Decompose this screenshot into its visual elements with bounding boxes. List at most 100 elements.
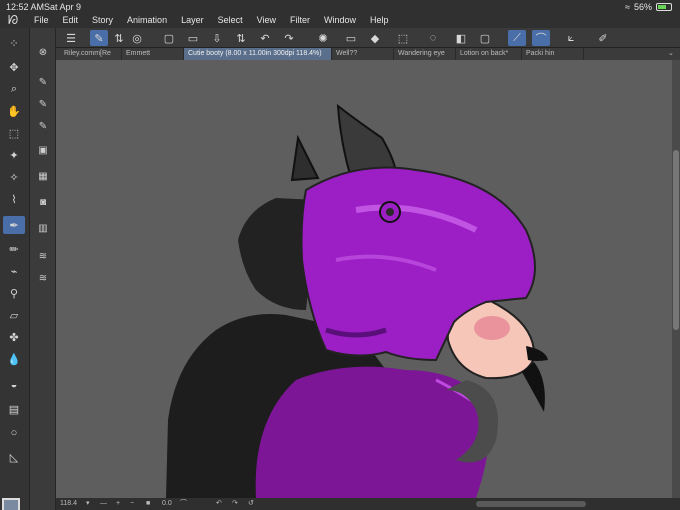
tab-riley[interactable]: Riley.comm[Re [60, 48, 122, 60]
sub-tool-film-icon[interactable]: ▥ [34, 220, 52, 236]
tab-wandering-eye[interactable]: Wandering eye [394, 48, 456, 60]
sub-tool-palette: ⊗ ✎ ✎ ✎ ▣ ▦ ◙ ▥ ≋ ≋ [30, 28, 56, 510]
rotate-left-icon[interactable]: ↶ [216, 499, 222, 509]
canvas-status-bar: 118.4 ▾ — + − ■ 0.0 ⌒ ↶ ↷ ↺ [56, 498, 680, 510]
status-right: ≈ 56% [625, 2, 672, 12]
tab-cutie-booty[interactable]: Cutie booty (8.00 x 11.00in 300dpi 118.4… [184, 48, 332, 60]
gradient-icon[interactable]: ▤ [3, 400, 25, 418]
stepper-2-icon[interactable]: ⇅ [232, 30, 250, 46]
menu-filter[interactable]: Filter [290, 15, 310, 25]
drawing-canvas[interactable] [56, 60, 672, 498]
zoom-icon[interactable]: ⌕ [3, 80, 25, 98]
sub-tool-pen-b-icon[interactable]: ✎ [34, 96, 52, 112]
battery-percent: 56% [633, 2, 652, 12]
stepper-icon[interactable]: ⇅ [110, 30, 128, 46]
angle-slider-icon[interactable]: ⌒ [180, 499, 187, 509]
decoration-icon[interactable]: ✤ [3, 328, 25, 346]
menu-select[interactable]: Select [218, 15, 243, 25]
tab-packi[interactable]: Packi hin [522, 48, 584, 60]
menu-file[interactable]: File [34, 15, 49, 25]
zoom-out-icon[interactable]: — [100, 499, 107, 509]
brush-icon[interactable]: ⌁ [3, 262, 25, 280]
eyedropper-icon[interactable]: ⌇ [3, 190, 25, 208]
invert-selection-icon[interactable]: ◧ [452, 30, 470, 46]
command-bar: ☰ ✎ ⇅ ◎ ▢ ▭ ⇩ ⇅ ↶ ↷ ✺ ▭ ◆ ⬚ ◌ ◧ ▢ ⟋ ⌒ ⟀ … [56, 28, 680, 48]
menu-edit[interactable]: Edit [63, 15, 79, 25]
pencil-icon[interactable]: ✏ [3, 240, 25, 258]
ruler-tool-icon[interactable]: ◺ [3, 448, 25, 466]
redo-icon[interactable]: ↷ [280, 30, 298, 46]
settings-pen-icon[interactable]: ✐ [594, 30, 612, 46]
sub-tool-layer-icon[interactable]: ▣ [34, 142, 52, 158]
sub-tool-layers-icon[interactable]: ≋ [34, 248, 52, 264]
sub-tool-camera-icon[interactable]: ◙ [34, 194, 52, 210]
selection-icon[interactable]: ⬚ [3, 124, 25, 142]
main-color-swatch[interactable] [2, 498, 20, 510]
sub-tool-pen-c-icon[interactable]: ✎ [34, 118, 52, 134]
eraser-icon[interactable]: ▱ [3, 306, 25, 324]
rotate-right-icon[interactable]: ↷ [232, 499, 238, 509]
reset-rotation-icon[interactable]: ↺ [248, 499, 254, 509]
tabs-overflow-icon[interactable]: ⌄ [664, 48, 680, 60]
app-logo-icon[interactable]: ᘗ [8, 12, 24, 28]
menu-animation[interactable]: Animation [127, 15, 167, 25]
menu-help[interactable]: Help [370, 15, 389, 25]
tab-well[interactable]: Well?? [332, 48, 394, 60]
blush [474, 316, 510, 340]
beard [522, 362, 545, 412]
hamburger-menu-icon[interactable]: ☰ [62, 30, 80, 46]
ruler-icon[interactable]: ⟀ [562, 30, 580, 46]
vertical-scrollbar[interactable] [672, 60, 680, 498]
zoom-preset-icon[interactable]: ▾ [86, 499, 90, 509]
fill-icon[interactable]: ◆ [366, 30, 384, 46]
earring-inner [386, 208, 394, 216]
pen-icon[interactable]: ✒ [3, 216, 25, 234]
menu-story[interactable]: Story [92, 15, 113, 25]
auto-select-icon[interactable]: ✦ [3, 146, 25, 164]
tab-emmett[interactable]: Emmett [122, 48, 184, 60]
menu-layer[interactable]: Layer [181, 15, 204, 25]
actual-size-icon[interactable]: ■ [146, 499, 150, 509]
clear-icon[interactable]: ▭ [342, 30, 360, 46]
airbrush-icon[interactable]: ⚲ [3, 284, 25, 302]
menu-window[interactable]: Window [324, 15, 356, 25]
stabilize-icon[interactable]: ⟋ [508, 30, 526, 46]
status-date: Sat Apr 9 [44, 2, 82, 12]
deselect-icon[interactable]: ◌ [424, 30, 442, 46]
save-icon[interactable]: ⇩ [208, 30, 226, 46]
curve-icon[interactable]: ⌒ [532, 30, 550, 46]
loading-icon[interactable]: ✺ [314, 30, 332, 46]
blend-icon[interactable]: 💧 [3, 350, 25, 368]
fit-icon[interactable]: − [130, 499, 134, 509]
sub-tool-stack-icon[interactable]: ≋ [34, 270, 52, 286]
transform-icon[interactable]: ⬚ [394, 30, 412, 46]
new-canvas-icon[interactable]: ✎ [90, 30, 108, 46]
menu-bar: ᘗ File Edit Story Animation Layer Select… [0, 12, 680, 28]
selection-box-icon[interactable]: ▢ [476, 30, 494, 46]
nose [526, 346, 548, 361]
battery-icon [656, 3, 672, 11]
magic-wand-icon[interactable]: ✧ [3, 168, 25, 186]
figure-icon[interactable]: ○ [3, 424, 25, 442]
zoom-in-icon[interactable]: + [116, 499, 120, 509]
hand-icon[interactable]: ✋ [3, 102, 25, 120]
zoom-value[interactable]: 118.4 [60, 499, 77, 509]
sub-tool-pen-a-icon[interactable]: ✎ [34, 74, 52, 90]
open-folder-icon[interactable]: ▭ [184, 30, 202, 46]
sub-tool-material-icon[interactable]: ▦ [34, 168, 52, 184]
companion-icon[interactable]: ◎ [128, 30, 146, 46]
status-time: 12:52 AM [6, 2, 45, 12]
move-icon[interactable]: ✥ [3, 58, 25, 76]
tab-lotion[interactable]: Lotion on back* [456, 48, 522, 60]
tool-palette: ⁘ ✥ ⌕ ✋ ⬚ ✦ ✧ ⌇ ✒ ✏ ⌁ ⚲ ▱ ✤ 💧 ◒ ▤ ○ ◺ [0, 28, 30, 510]
angle-value[interactable]: 0.0 [162, 499, 172, 509]
left-ear [290, 134, 320, 182]
document-tabs: Riley.comm[Re Emmett Cutie booty (8.00 x… [56, 48, 680, 60]
undo-icon[interactable]: ↶ [256, 30, 274, 46]
panel-grip-icon[interactable]: ⁘ [3, 34, 25, 52]
horizontal-scrollbar[interactable] [476, 501, 586, 507]
menu-view[interactable]: View [257, 15, 276, 25]
fill-bucket-icon[interactable]: ◒ [3, 376, 25, 394]
sub-tool-settings-icon[interactable]: ⊗ [34, 44, 52, 60]
new-file-icon[interactable]: ▢ [160, 30, 178, 46]
